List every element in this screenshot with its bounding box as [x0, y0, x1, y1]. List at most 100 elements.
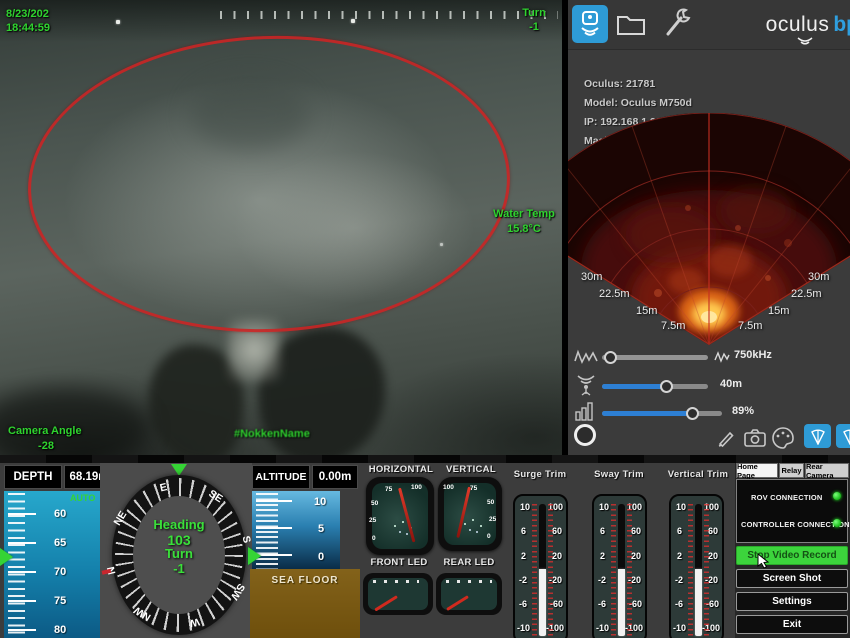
bp-logo-text: bp	[833, 13, 850, 36]
trim-bar-empty	[618, 504, 625, 569]
camera-icon[interactable]	[744, 429, 766, 447]
vertical-trim-gauge: 10 6 2 -2 -6 -10 100 60 20 -20 -60 -100	[669, 494, 724, 638]
osd-date: 8/23/202	[6, 8, 49, 20]
range-22m-right: 22.5m	[791, 288, 822, 300]
osd-turn-label: Turn	[522, 7, 546, 19]
vertical-gauge-label: VERTICAL	[446, 464, 496, 475]
range-slider-fill	[602, 384, 664, 389]
wrench-icon[interactable]	[662, 7, 692, 41]
depth-pointer	[0, 548, 13, 566]
sonar-fan-icon	[842, 429, 850, 445]
tab-relay[interactable]: Relay	[779, 463, 804, 478]
sonar-panel: oculus bp Oculus: 21781 Model: Oculus M7…	[568, 0, 850, 455]
info-model: Model: Oculus M750d	[584, 97, 692, 109]
depth-scale-70: 70	[54, 566, 67, 578]
compass-turn-value: -1	[173, 560, 185, 576]
range-7m-left: 7.5m	[661, 320, 686, 332]
depth-header: DEPTH	[4, 465, 62, 489]
stop-video-record-button[interactable]: Stop Video Record	[736, 546, 848, 565]
osd-water-temp-label: Water Temp	[493, 208, 555, 220]
folder-icon[interactable]	[616, 11, 646, 37]
annotation-ellipse	[22, 27, 516, 341]
sonar-fan-display	[568, 113, 850, 345]
depth-scale-60: 60	[54, 508, 67, 520]
sonar-device-button[interactable]	[572, 5, 608, 43]
osd-water-temp-value: 15.8°C	[507, 223, 541, 235]
exit-button[interactable]: Exit	[736, 615, 848, 634]
range-15m-right: 15m	[768, 305, 790, 317]
front-led-label: FRONT LED	[370, 557, 428, 568]
sonar-fan-view-button-2[interactable]	[836, 424, 850, 448]
oculus-logo: oculus bp	[766, 13, 850, 37]
oculus-logo-text: oculus	[765, 13, 830, 36]
altitude-header: ALTITUDE	[252, 465, 310, 489]
sway-trim-label: Sway Trim	[594, 469, 644, 480]
altitude-pointer	[248, 547, 261, 565]
camera-feed: 8/23/202 18:44:59 Turn -1 Water Temp 15.…	[0, 0, 562, 455]
altitude-scale-10: 10	[314, 496, 327, 508]
sonar-fan-view-button[interactable]	[804, 424, 831, 448]
gain-slider-handle[interactable]	[686, 407, 699, 420]
depth-scale-75: 75	[54, 595, 67, 607]
mouse-cursor	[757, 553, 770, 569]
trim-ticks-left	[611, 504, 616, 636]
connection-status-box: ROV CONNECTION CONTROLLER CONNECTION	[736, 479, 850, 543]
north-marker	[101, 568, 112, 575]
osd-camera-angle-value: -28	[38, 440, 54, 452]
range-15m-left: 15m	[636, 305, 658, 317]
tab-home-page[interactable]: Home Page	[736, 463, 778, 480]
range-value: 40m	[720, 378, 743, 390]
horizontal-gauge-label: HORIZONTAL	[368, 464, 434, 475]
rov-connection-label: ROV CONNECTION	[751, 493, 823, 502]
trim-ticks-left	[688, 504, 693, 636]
instrument-panel: DEPTH 68.19m 60 65 70 75 80 AUTO N NE E …	[0, 463, 850, 638]
info-oculus-id: Oculus: 21781	[584, 78, 656, 90]
trim-ticks-right	[704, 504, 709, 636]
range-slider-handle[interactable]	[660, 380, 673, 393]
trim-ticks-right	[627, 504, 632, 636]
trim-bar-fill	[539, 569, 546, 636]
waveform-icon	[574, 349, 598, 364]
vertical-trim-label: Vertical Trim	[667, 469, 729, 480]
beam-range-icon	[577, 375, 595, 396]
rov-control-ui: 8/23/202 18:44:59 Turn -1 Water Temp 15.…	[0, 0, 850, 638]
settings-button[interactable]: Settings	[736, 592, 848, 611]
depth-auto-badge: AUTO	[70, 493, 96, 503]
compass-readout: Heading 103 Turn -1	[132, 517, 226, 576]
heading-tape	[220, 11, 558, 19]
frequency-slider[interactable]	[602, 355, 708, 360]
gauge-dots	[464, 523, 466, 525]
trim-bar-empty	[539, 504, 546, 569]
screen-shot-button[interactable]: Screen Shot	[736, 569, 848, 588]
front-led-gauge	[363, 573, 433, 615]
trim-bar-fill	[695, 569, 702, 636]
gauge-dots	[394, 525, 396, 527]
altitude-value: 0.00m	[312, 465, 358, 489]
sonar-device-icon	[581, 11, 599, 36]
small-waveform-icon	[714, 351, 730, 363]
osd-turn-value: -1	[529, 21, 539, 33]
range-22m-left: 22.5m	[599, 288, 630, 300]
vertical-gauge: 0 25 50 75 100	[438, 477, 502, 551]
heading-value: 103	[167, 531, 191, 548]
gain-value: 89%	[732, 405, 755, 417]
range-30m-right: 30m	[808, 271, 830, 283]
altitude-ticks	[256, 491, 296, 569]
compass: N NE E SE S SW W NW Heading 103 Turn -1	[101, 475, 253, 635]
signal-bars-icon	[575, 402, 593, 421]
range-30m-left: 30m	[581, 271, 603, 283]
surge-trim-gauge: 10 6 2 -2 -6 -10 100 60 20 -20 -60 -100	[513, 494, 568, 638]
trim-ticks-right	[548, 504, 553, 636]
depth-scale-80: 80	[54, 624, 67, 636]
particle	[351, 19, 355, 23]
frequency-value: 750kHz	[734, 349, 772, 361]
horizontal-gauge: 0 25 50 75 100	[366, 477, 434, 555]
rear-led-label: REAR LED	[443, 557, 495, 568]
record-circle-button[interactable]	[574, 424, 596, 446]
frequency-slider-handle[interactable]	[604, 351, 617, 364]
osd-camera-angle-label: Camera Angle	[8, 425, 82, 437]
tab-rear-camera[interactable]: Rear Camera	[805, 463, 849, 480]
palette-icon[interactable]	[772, 427, 794, 449]
led-gauge-ticks	[373, 580, 419, 583]
pencil-icon[interactable]	[716, 428, 736, 448]
